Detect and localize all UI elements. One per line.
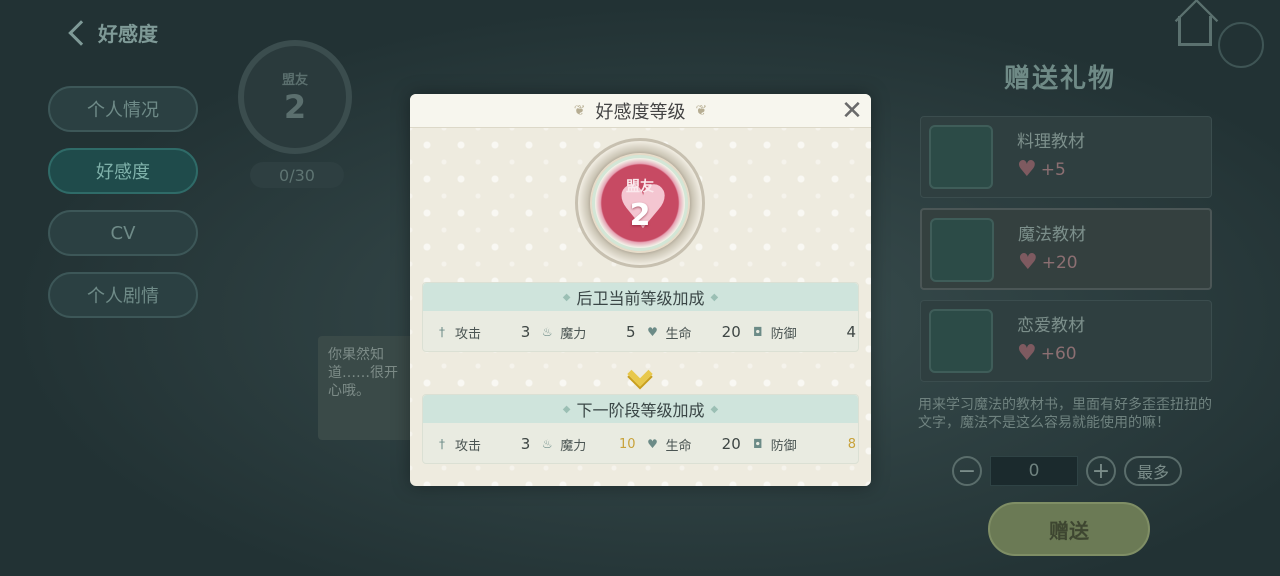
stat-value: 5: [625, 323, 636, 341]
dot-icon: ◆: [710, 403, 719, 415]
back-arrow-icon: [68, 19, 94, 46]
side-menu-label: 个人剧情: [87, 286, 159, 307]
background-badge-level: 2: [283, 87, 307, 126]
next-bonus-stats: † 攻击 3 ♨ 魔力 10 ♥ 生命 20 ◘ 防御 8: [423, 423, 858, 465]
flame-icon: ♨: [541, 325, 553, 339]
stat-value: 20: [721, 435, 741, 453]
give-gift-button[interactable]: 赠送: [988, 502, 1150, 556]
current-bonus-title: 后卫当前等级加成: [576, 289, 705, 308]
gift-value: ♥ +5: [1017, 157, 1066, 182]
current-bonus-stats: † 攻击 3 ♨ 魔力 5 ♥ 生命 20 ◘ 防御 4: [423, 311, 858, 353]
flame-icon: ♨: [541, 437, 553, 451]
stat-value: 3: [520, 435, 531, 453]
dot-icon: ◆: [710, 291, 719, 303]
sword-icon: †: [439, 437, 445, 451]
level-label: 盟友: [626, 179, 654, 195]
stat-value-increased: 10: [618, 436, 636, 452]
stat-label: 生命: [665, 438, 692, 454]
plus-button[interactable]: +: [1086, 456, 1116, 486]
character-quote: 你果然知道……很开心哦。: [318, 336, 418, 440]
heart-icon: ♥: [1017, 341, 1037, 366]
side-menu-cv[interactable]: CV: [48, 210, 198, 256]
book-icon: [929, 125, 993, 189]
close-icon[interactable]: ✕: [839, 98, 865, 124]
current-bonus-header: ◆ 后卫当前等级加成 ◆: [423, 283, 858, 311]
gift-name: 恋爱教材: [1017, 316, 1085, 336]
stat-defense: ◘ 防御 8: [751, 435, 856, 454]
dot-icon: ◆: [562, 403, 571, 415]
stat-label: 生命: [665, 326, 692, 342]
stat-value: 20: [721, 323, 741, 341]
back-button[interactable]: 好感度: [68, 18, 158, 47]
stat-hp: ♥ 生命 20: [646, 435, 751, 454]
menu-round-button[interactable]: [1218, 22, 1264, 68]
gift-value: ♥ +20: [1018, 250, 1078, 275]
gift-item[interactable]: 恋爱教材 ♥ +60: [920, 300, 1212, 382]
affection-level-dialog: ❦ 好感度等级 ❦ ✕ ♥ 盟友 2 ◆ 后卫当前等级加成 ◆ † 攻击 3 ♨…: [410, 94, 871, 486]
stat-value: 3: [520, 323, 531, 341]
side-menu-label: CV: [110, 222, 136, 244]
next-bonus-header: ◆ 下一阶段等级加成 ◆: [423, 395, 858, 423]
quantity-field[interactable]: 0: [990, 456, 1078, 486]
shield-icon: ◘: [753, 437, 763, 451]
stat-magic: ♨ 魔力 10: [540, 435, 645, 454]
quantity-stepper: − 0 + 最多: [952, 456, 1182, 486]
dialog-title: 好感度等级: [595, 101, 686, 123]
side-menu-label: 个人情况: [87, 100, 159, 121]
gift-item-selected[interactable]: 魔法教材 ♥ +20: [920, 208, 1212, 290]
stat-attack: † 攻击 3: [435, 435, 540, 454]
next-bonus-panel: ◆ 下一阶段等级加成 ◆ † 攻击 3 ♨ 魔力 10 ♥ 生命 20 ◘ 防御: [422, 394, 859, 464]
book-icon: [929, 309, 993, 373]
stat-label: 攻击: [455, 438, 482, 454]
gift-item[interactable]: 料理教材 ♥ +5: [920, 116, 1212, 198]
shield-icon: ◘: [753, 325, 763, 339]
book-icon: [930, 218, 994, 282]
background-level-badge: 盟友 2: [238, 40, 352, 154]
dialog-header: ❦ 好感度等级 ❦ ✕: [410, 94, 871, 128]
sword-icon: †: [439, 325, 445, 339]
dot-icon: ◆: [562, 291, 571, 303]
gift-value: ♥ +60: [1017, 341, 1077, 366]
home-icon[interactable]: [1178, 16, 1212, 46]
gift-value-text: +20: [1041, 252, 1078, 273]
stat-hp: ♥ 生命 20: [646, 323, 751, 342]
chevron-down-icon: [625, 360, 655, 388]
stat-label: 防御: [770, 326, 797, 342]
side-menu-affection[interactable]: 好感度: [48, 148, 198, 194]
back-label: 好感度: [98, 22, 158, 46]
ornament-left-icon: ❦: [573, 102, 586, 119]
gift-name: 魔法教材: [1018, 225, 1086, 245]
heart-icon: ♥: [647, 325, 658, 339]
level-number: 2: [629, 198, 651, 233]
gift-panel-title: 赠送礼物: [1004, 64, 1117, 94]
stat-label: 攻击: [455, 326, 482, 342]
stat-defense: ◘ 防御 4: [751, 323, 856, 342]
gift-value-text: +60: [1040, 343, 1077, 364]
stat-value: 4: [846, 323, 856, 341]
stat-label: 魔力: [560, 438, 587, 454]
side-menu-story[interactable]: 个人剧情: [48, 272, 198, 318]
max-button[interactable]: 最多: [1124, 456, 1182, 486]
side-menu-personal[interactable]: 个人情况: [48, 86, 198, 132]
stat-attack: † 攻击 3: [435, 323, 540, 342]
stat-value-increased: 8: [847, 436, 856, 452]
next-bonus-title: 下一阶段等级加成: [576, 401, 705, 420]
stat-label: 防御: [770, 438, 797, 454]
affection-progress: 0/30: [250, 162, 344, 188]
heart-icon: ♥: [647, 437, 658, 451]
stat-magic: ♨ 魔力 5: [540, 323, 645, 342]
gift-description: 用来学习魔法的教材书，里面有好多歪歪扭扭的文字，魔法不是这么容易就能使用的嘛！: [918, 397, 1212, 431]
level-ring: ♥ 盟友 2: [592, 155, 688, 251]
gift-value-text: +5: [1040, 159, 1066, 180]
stat-label: 魔力: [560, 326, 587, 342]
minus-button[interactable]: −: [952, 456, 982, 486]
heart-icon: ♥: [1017, 157, 1037, 182]
level-badge: ♥ 盟友 2: [575, 138, 705, 268]
background-badge-label: 盟友: [281, 72, 308, 88]
current-bonus-panel: ◆ 后卫当前等级加成 ◆ † 攻击 3 ♨ 魔力 5 ♥ 生命 20 ◘ 防御: [422, 282, 859, 352]
ornament-right-icon: ❦: [695, 102, 708, 119]
gift-name: 料理教材: [1017, 132, 1085, 152]
heart-icon: ♥: [1018, 250, 1038, 275]
side-menu-label: 好感度: [96, 162, 150, 183]
